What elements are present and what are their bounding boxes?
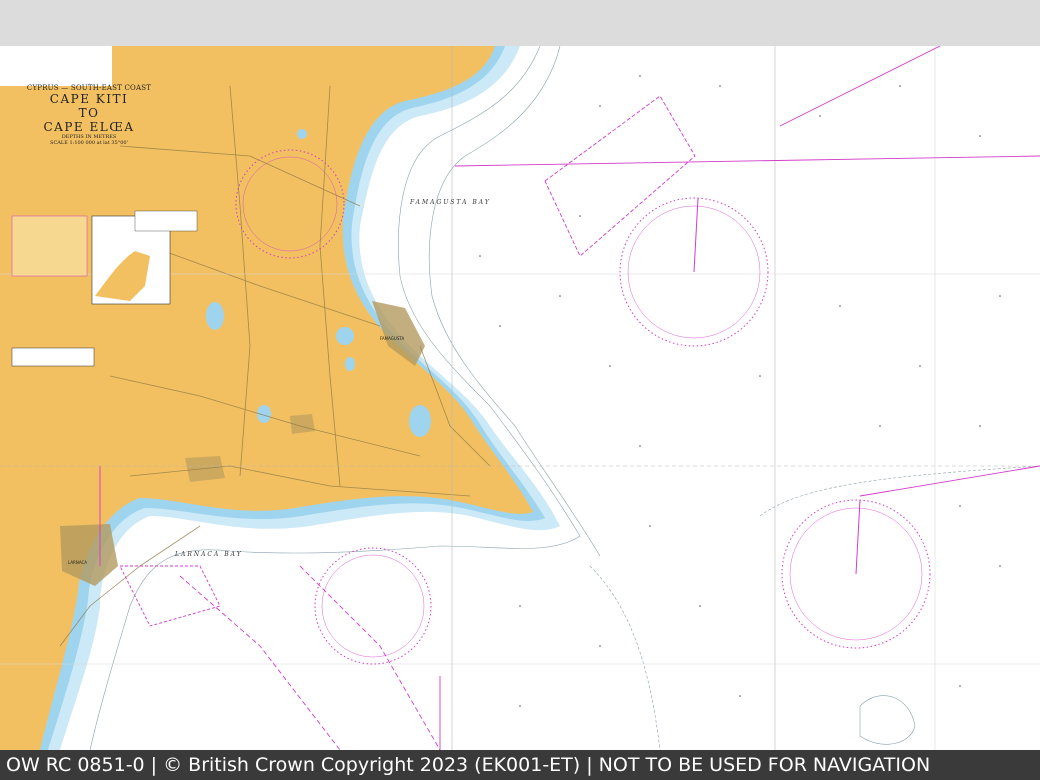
lake [409, 405, 431, 437]
famagusta-bay-label: FAMAGUSTA BAY [409, 199, 491, 206]
chart-title-line2: TO [78, 106, 100, 120]
legend-box [11, 215, 88, 277]
larnaca-town-label: LARNACA [68, 560, 87, 565]
tidal-table [11, 347, 95, 367]
scale-note: SCALE 1:100 000 at lat 35°00' [50, 140, 128, 146]
lake [206, 302, 224, 330]
town-area [185, 456, 225, 482]
chart-title-line3: CAPE ELŒA [43, 120, 135, 134]
chart-canvas: FAMAGUSTA BAY LARNACA BAY FAMAGUSTA LARN… [0, 46, 1040, 750]
chart-notch [0, 46, 112, 86]
chart-title-panel: CYPRUS — SOUTH-EAST COAST CAPE KITI TO C… [4, 84, 174, 146]
lake [345, 357, 355, 371]
sources-box [134, 210, 198, 232]
lake [297, 129, 307, 139]
famagusta-town-label: FAMAGUSTA [380, 336, 404, 341]
nautical-chart[interactable]: FAMAGUSTA BAY LARNACA BAY FAMAGUSTA LARN… [0, 46, 1040, 750]
chart-title-line1: CAPE KITI [49, 92, 129, 106]
top-bar [0, 0, 1040, 46]
lake [336, 327, 354, 345]
chart-region: CYPRUS — SOUTH-EAST COAST [26, 84, 152, 92]
copyright-footer: OW RC 0851-0 | © British Crown Copyright… [0, 750, 1040, 780]
larnaca-bay-label: LARNACA BAY [174, 551, 243, 558]
